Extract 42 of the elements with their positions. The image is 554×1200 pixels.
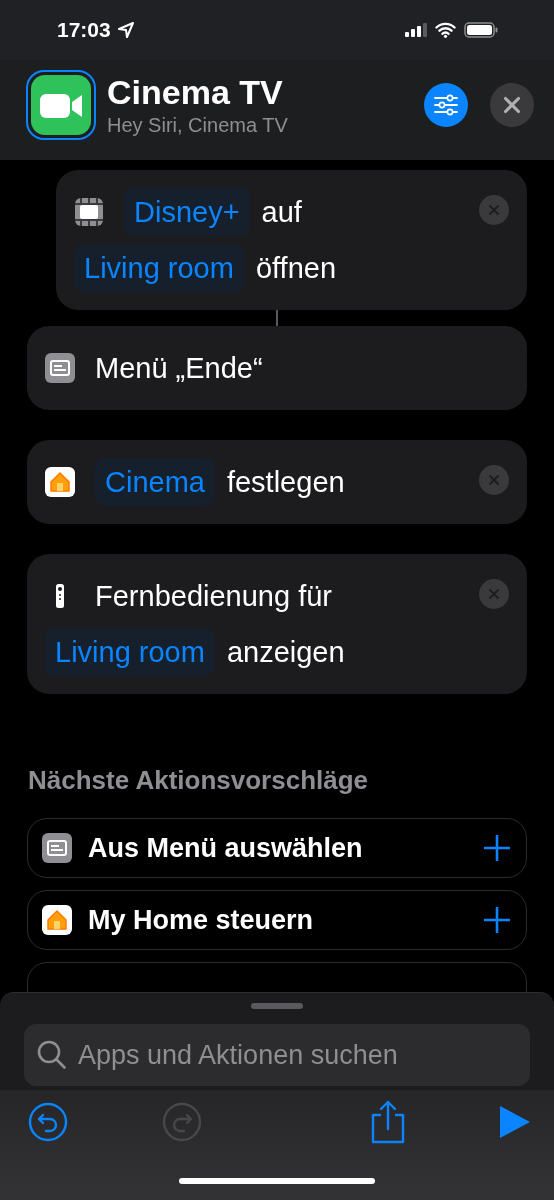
section-heading: Nächste Aktionsvorschläge	[28, 764, 370, 796]
suggestion-label: My Home steuern	[88, 904, 315, 936]
search-icon	[36, 1039, 68, 1071]
action-text: Menü „Ende“	[95, 351, 263, 386]
close-icon	[486, 472, 502, 488]
action-text: festlegen	[226, 465, 345, 500]
variable-token[interactable]: Disney+	[124, 188, 250, 236]
share-button[interactable]	[370, 1099, 406, 1145]
play-button[interactable]	[498, 1104, 532, 1140]
menu-icon	[45, 353, 75, 383]
suggestion-row[interactable]: Aus Menü auswählen	[27, 818, 527, 878]
suggestion-row[interactable]: My Home steuern	[27, 890, 527, 950]
app-icon	[26, 70, 96, 140]
shortcut-title: Cinema TV	[107, 72, 284, 112]
status-time: 17:03	[57, 18, 111, 42]
variable-token[interactable]: Living room	[45, 628, 215, 676]
menu-icon	[42, 833, 72, 863]
close-button[interactable]	[490, 83, 534, 127]
variable-token[interactable]: Cinema	[95, 458, 215, 506]
close-icon	[486, 586, 502, 602]
sliders-icon	[433, 94, 459, 116]
location-icon	[116, 21, 135, 39]
action-text: auf	[261, 195, 302, 230]
home-icon	[42, 905, 72, 935]
suggestion-label: Aus Menü auswählen	[88, 832, 364, 864]
wifi-icon	[435, 22, 456, 38]
undo-button[interactable]	[28, 1102, 68, 1142]
add-button[interactable]	[482, 905, 512, 935]
action-text: anzeigen	[226, 635, 345, 670]
variable-token[interactable]: Living room	[74, 244, 244, 292]
settings-button[interactable]	[424, 83, 468, 127]
app-grid-icon	[74, 197, 104, 227]
shortcut-subtitle: Hey Siri, Cinema TV	[107, 113, 289, 138]
signal-icon	[405, 23, 427, 37]
home-icon	[45, 467, 75, 497]
action-text: öffnen	[255, 251, 336, 286]
action-text: Fernbedienung für	[95, 579, 332, 614]
add-button[interactable]	[482, 833, 512, 863]
battery-icon	[464, 22, 498, 38]
close-icon	[486, 202, 502, 218]
search-field[interactable]: Apps und Aktionen suchen	[24, 1024, 530, 1086]
remote-icon	[56, 584, 64, 608]
